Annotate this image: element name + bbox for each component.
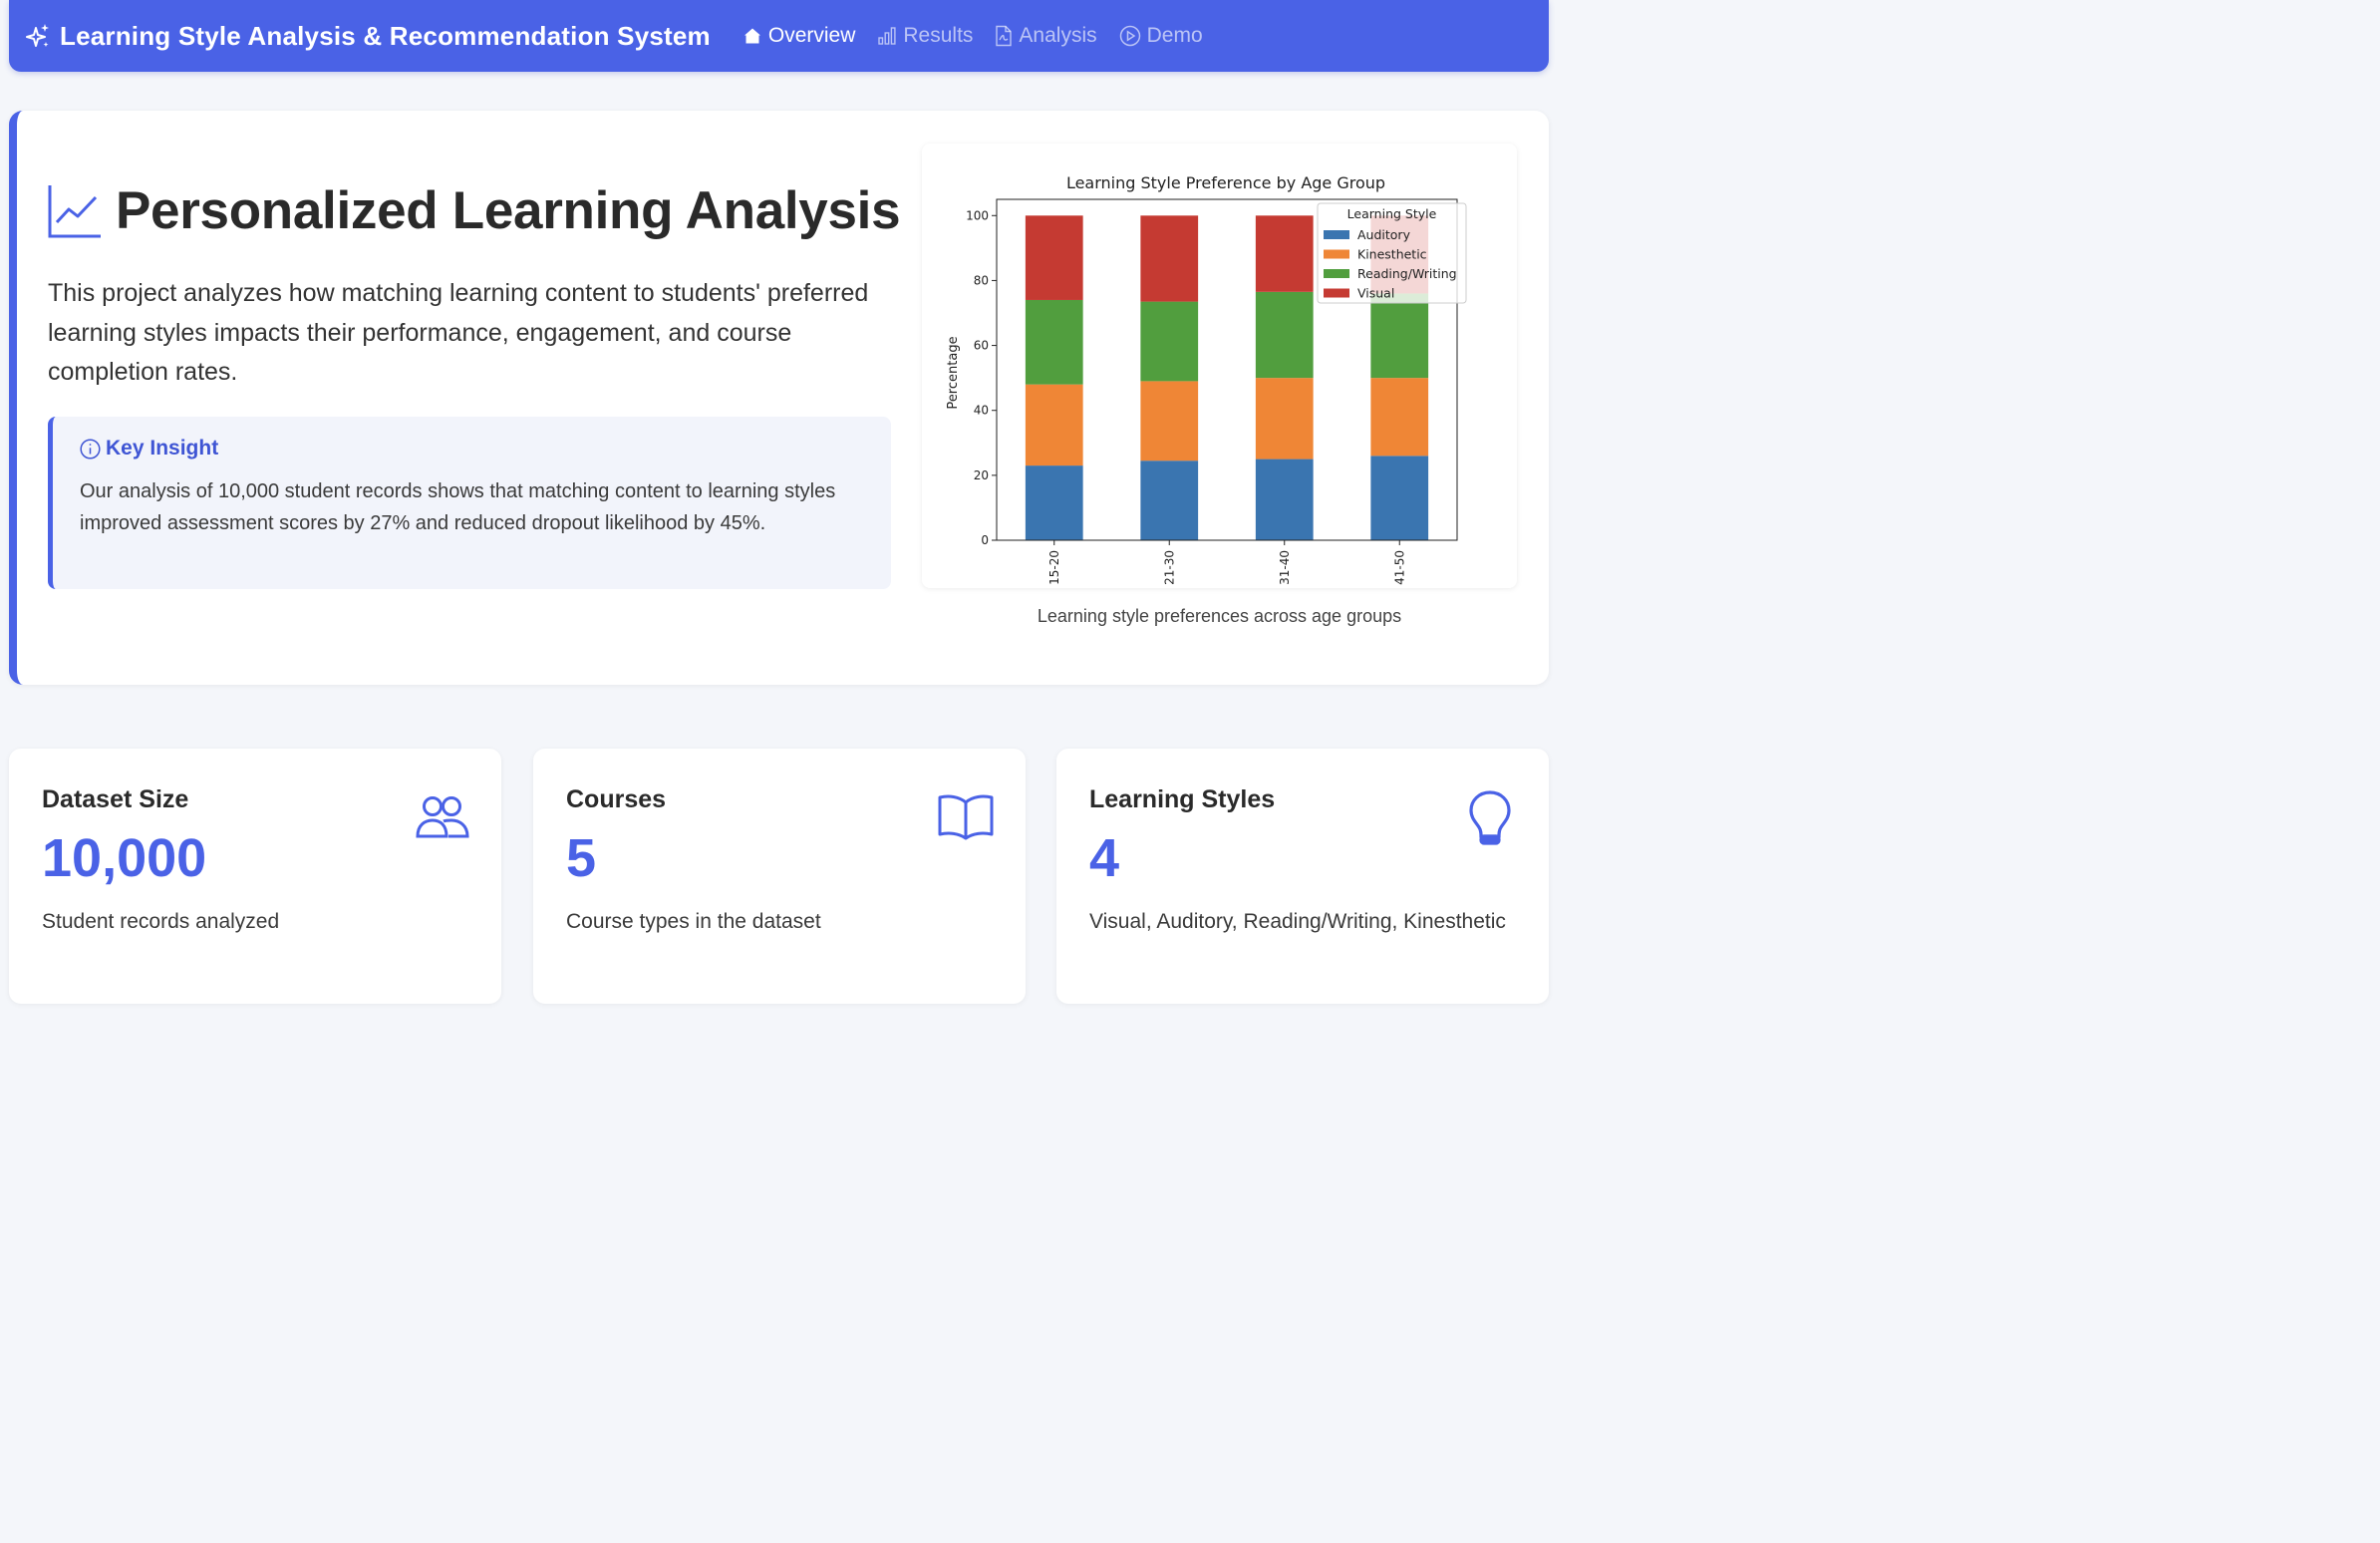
- insight-heading: Key Insight: [80, 437, 218, 461]
- bar-segment: [1140, 381, 1199, 462]
- stat-title: Courses: [566, 785, 667, 813]
- legend-label: Visual: [1357, 286, 1394, 301]
- stat-card-dataset-size: Dataset Size 10,000 Student records anal…: [9, 749, 501, 1004]
- top-navbar: Learning Style Analysis & Recommendation…: [9, 0, 1549, 72]
- home-icon: [744, 28, 760, 44]
- chart-card: Learning Style Preference by Age Group P…: [922, 144, 1517, 588]
- chart-y-axis-label: Percentage: [946, 336, 961, 409]
- bar-segment: [1025, 215, 1083, 300]
- info-icon: [80, 438, 101, 460]
- bar-segment: [1255, 459, 1314, 540]
- legend-label: Kinesthetic: [1357, 247, 1427, 262]
- stat-description: Student records analyzed: [42, 910, 280, 933]
- nav-results[interactable]: Results: [877, 24, 973, 48]
- stat-card-courses: Courses 5 Course types in the dataset: [533, 749, 1026, 1004]
- book-icon: [938, 794, 994, 840]
- y-tick-label: 40: [974, 404, 989, 418]
- insight-heading-label: Key Insight: [106, 437, 219, 460]
- legend-swatch: [1324, 249, 1349, 259]
- bar-chart-icon: [878, 27, 896, 45]
- nav-overview[interactable]: Overview: [743, 24, 856, 48]
- hero-title-row: Personalized Learning Analysis: [48, 180, 901, 241]
- stat-value: 5: [566, 828, 597, 888]
- stat-title: Dataset Size: [42, 785, 189, 813]
- bar-segment: [1255, 215, 1314, 292]
- bar-segment: [1370, 378, 1429, 457]
- stat-description: Course types in the dataset: [566, 910, 821, 933]
- hero-card: Personalized Learning Analysis This proj…: [9, 111, 1549, 685]
- stat-description: Visual, Auditory, Reading/Writing, Kines…: [1089, 910, 1506, 933]
- bar-segment: [1140, 461, 1199, 540]
- nav-overview-label: Overview: [767, 24, 856, 47]
- y-tick-label: 80: [974, 273, 989, 287]
- stat-value: 4: [1089, 828, 1120, 888]
- legend-title: Learning Style: [1347, 206, 1437, 221]
- brand[interactable]: Learning Style Analysis & Recommendation…: [26, 21, 711, 52]
- bar-segment: [1140, 301, 1199, 382]
- bar-segment: [1025, 465, 1083, 540]
- legend-swatch: [1324, 230, 1349, 239]
- nav-demo-label: Demo: [1146, 24, 1203, 47]
- stat-card-learning-styles: Learning Styles 4 Visual, Auditory, Read…: [1056, 749, 1549, 1004]
- legend-swatch: [1324, 269, 1349, 278]
- hero-description: This project analyzes how matching learn…: [48, 279, 869, 386]
- chart-title: Learning Style Preference by Age Group: [1066, 173, 1385, 192]
- x-tick-label: 21-30: [1162, 550, 1176, 585]
- nav-results-label: Results: [903, 24, 974, 47]
- nav-links: Overview Results Analysis Demo: [743, 24, 1225, 48]
- users-icon: [416, 796, 469, 838]
- play-circle-icon: [1119, 25, 1140, 47]
- x-tick-label: 41-50: [1392, 550, 1406, 585]
- y-tick-label: 0: [981, 533, 989, 547]
- bar-segment: [1255, 291, 1314, 379]
- y-tick-label: 100: [966, 208, 989, 222]
- document-icon: [996, 25, 1013, 47]
- sparkles-icon: [26, 24, 49, 47]
- chart-axes: 0 20 40 60 80 100: [966, 208, 997, 547]
- legend-label: Reading/Writing: [1357, 266, 1457, 281]
- stat-value: 10,000: [42, 828, 207, 888]
- key-insight-callout: Key Insight Our analysis of 10,000 stude…: [48, 417, 891, 589]
- bar-segment: [1370, 456, 1429, 540]
- brand-title: Learning Style Analysis & Recommendation…: [60, 20, 711, 51]
- y-tick-label: 20: [974, 468, 989, 482]
- y-tick-label: 60: [974, 339, 989, 353]
- nav-analysis[interactable]: Analysis: [995, 24, 1097, 48]
- bar-segment: [1255, 378, 1314, 460]
- bar-segment: [1370, 293, 1429, 379]
- page-title: Personalized Learning Analysis: [116, 181, 901, 240]
- insight-text: Our analysis of 10,000 student records s…: [80, 480, 836, 534]
- nav-analysis-label: Analysis: [1019, 24, 1097, 47]
- stat-title: Learning Styles: [1089, 785, 1276, 813]
- chart-legend: Learning Style Auditory Kinesthetic Reading…: [1317, 202, 1467, 304]
- legend-swatch: [1324, 288, 1349, 298]
- stacked-bar-chart: Learning Style Preference by Age Group P…: [946, 173, 1467, 585]
- x-tick-label: 15-20: [1047, 550, 1061, 585]
- chart-caption: Learning style preferences across age gr…: [1037, 606, 1402, 626]
- bar-segment: [1025, 299, 1083, 385]
- bar-segment: [1025, 384, 1083, 466]
- trend-chart-icon: [48, 184, 101, 237]
- bar-segment: [1140, 215, 1199, 302]
- x-tick-label: 31-40: [1278, 550, 1292, 585]
- nav-demo[interactable]: Demo: [1119, 24, 1203, 48]
- legend-label: Auditory: [1357, 227, 1411, 242]
- lightbulb-icon: [1469, 790, 1511, 845]
